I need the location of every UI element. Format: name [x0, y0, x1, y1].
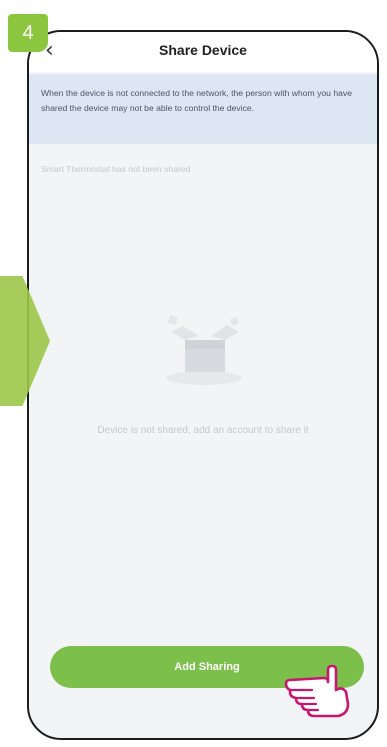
phone-frame: ‹ Share Device When the device is not co… — [27, 30, 379, 740]
app-header: ‹ Share Device — [29, 32, 377, 72]
share-status-text: Smart Thermostat has not been shared — [41, 164, 191, 174]
network-notice: When the device is not connected to the … — [29, 74, 377, 144]
page-title: Share Device — [159, 42, 247, 58]
empty-box-icon — [166, 314, 242, 385]
add-sharing-label: Add Sharing — [174, 661, 240, 673]
empty-state-message: Device is not shared, add an account to … — [97, 425, 309, 436]
pointing-hand-icon — [284, 664, 350, 718]
step-number-badge: 4 — [8, 14, 48, 52]
